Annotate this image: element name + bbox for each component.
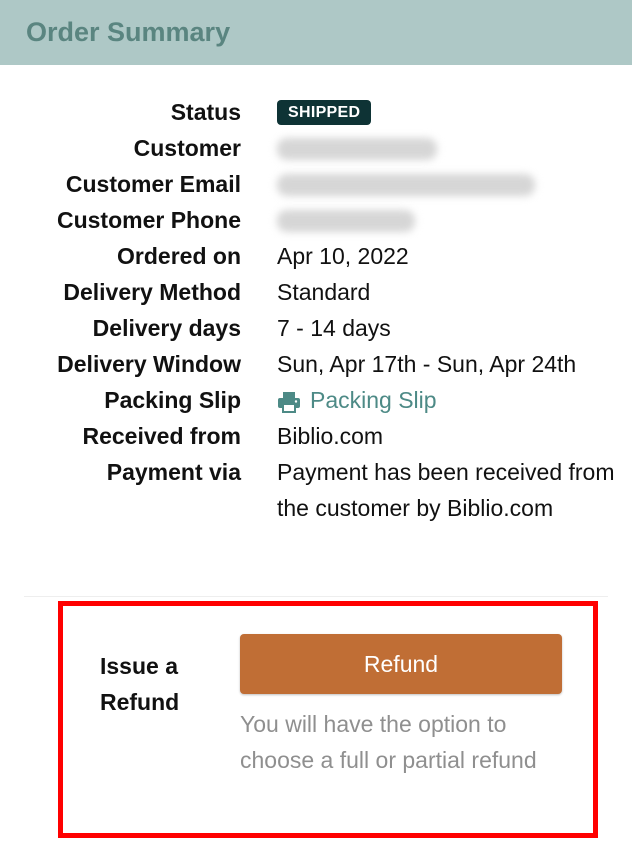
payment-via-value: Payment has been received from the custo… [277, 459, 615, 521]
print-icon [277, 388, 301, 413]
order-details: Status SHIPPED Customer Customer Email C… [0, 94, 632, 562]
customer-phone-redacted [277, 210, 415, 232]
customer-row: Customer [0, 130, 632, 166]
received-from-label: Received from [82, 423, 241, 449]
received-from-value: Biblio.com [277, 423, 384, 449]
section-divider [24, 596, 608, 597]
refund-button[interactable]: Refund [240, 634, 562, 694]
refund-label: Issue a Refund [100, 653, 180, 715]
page-title: Order Summary [26, 17, 231, 47]
customer-phone-label: Customer Phone [56, 207, 241, 233]
status-label: Status [170, 99, 241, 125]
order-summary-header: Order Summary [0, 0, 632, 65]
received-from-row: Received from Biblio.com [0, 418, 632, 454]
customer-label: Customer [133, 135, 241, 161]
status-badge: SHIPPED [277, 100, 372, 125]
delivery-method-value: Standard [277, 279, 371, 305]
payment-via-label: Payment via [106, 459, 241, 485]
customer-email-label: Customer Email [65, 171, 241, 197]
customer-email-row: Customer Email [0, 166, 632, 202]
delivery-method-label: Delivery Method [63, 279, 241, 305]
packing-slip-label: Packing Slip [104, 387, 241, 413]
delivery-window-label: Delivery Window [57, 351, 241, 377]
delivery-days-row: Delivery days 7 - 14 days [0, 310, 632, 346]
customer-phone-row: Customer Phone [0, 202, 632, 238]
refund-help-text: You will have the option to choose a ful… [240, 711, 537, 773]
refund-section: Issue a Refund Refund You will have the … [58, 601, 598, 838]
ordered-on-value: Apr 10, 2022 [277, 243, 409, 269]
packing-slip-link[interactable]: Packing Slip [277, 382, 437, 418]
delivery-window-value: Sun, Apr 17th - Sun, Apr 24th [277, 351, 577, 377]
ordered-on-row: Ordered on Apr 10, 2022 [0, 238, 632, 274]
ordered-on-label: Ordered on [117, 243, 241, 269]
delivery-method-row: Delivery Method Standard [0, 274, 632, 310]
delivery-days-label: Delivery days [92, 315, 241, 341]
delivery-days-value: 7 - 14 days [277, 315, 391, 341]
customer-email-redacted [277, 174, 535, 196]
status-row: Status SHIPPED [0, 94, 632, 130]
packing-slip-link-text[interactable]: Packing Slip [310, 382, 437, 418]
packing-slip-row: Packing Slip Packing Slip [0, 382, 632, 418]
payment-via-row: Payment via Payment has been received fr… [0, 454, 632, 562]
customer-name-redacted [277, 138, 437, 160]
delivery-window-row: Delivery Window Sun, Apr 17th - Sun, Apr… [0, 346, 632, 382]
